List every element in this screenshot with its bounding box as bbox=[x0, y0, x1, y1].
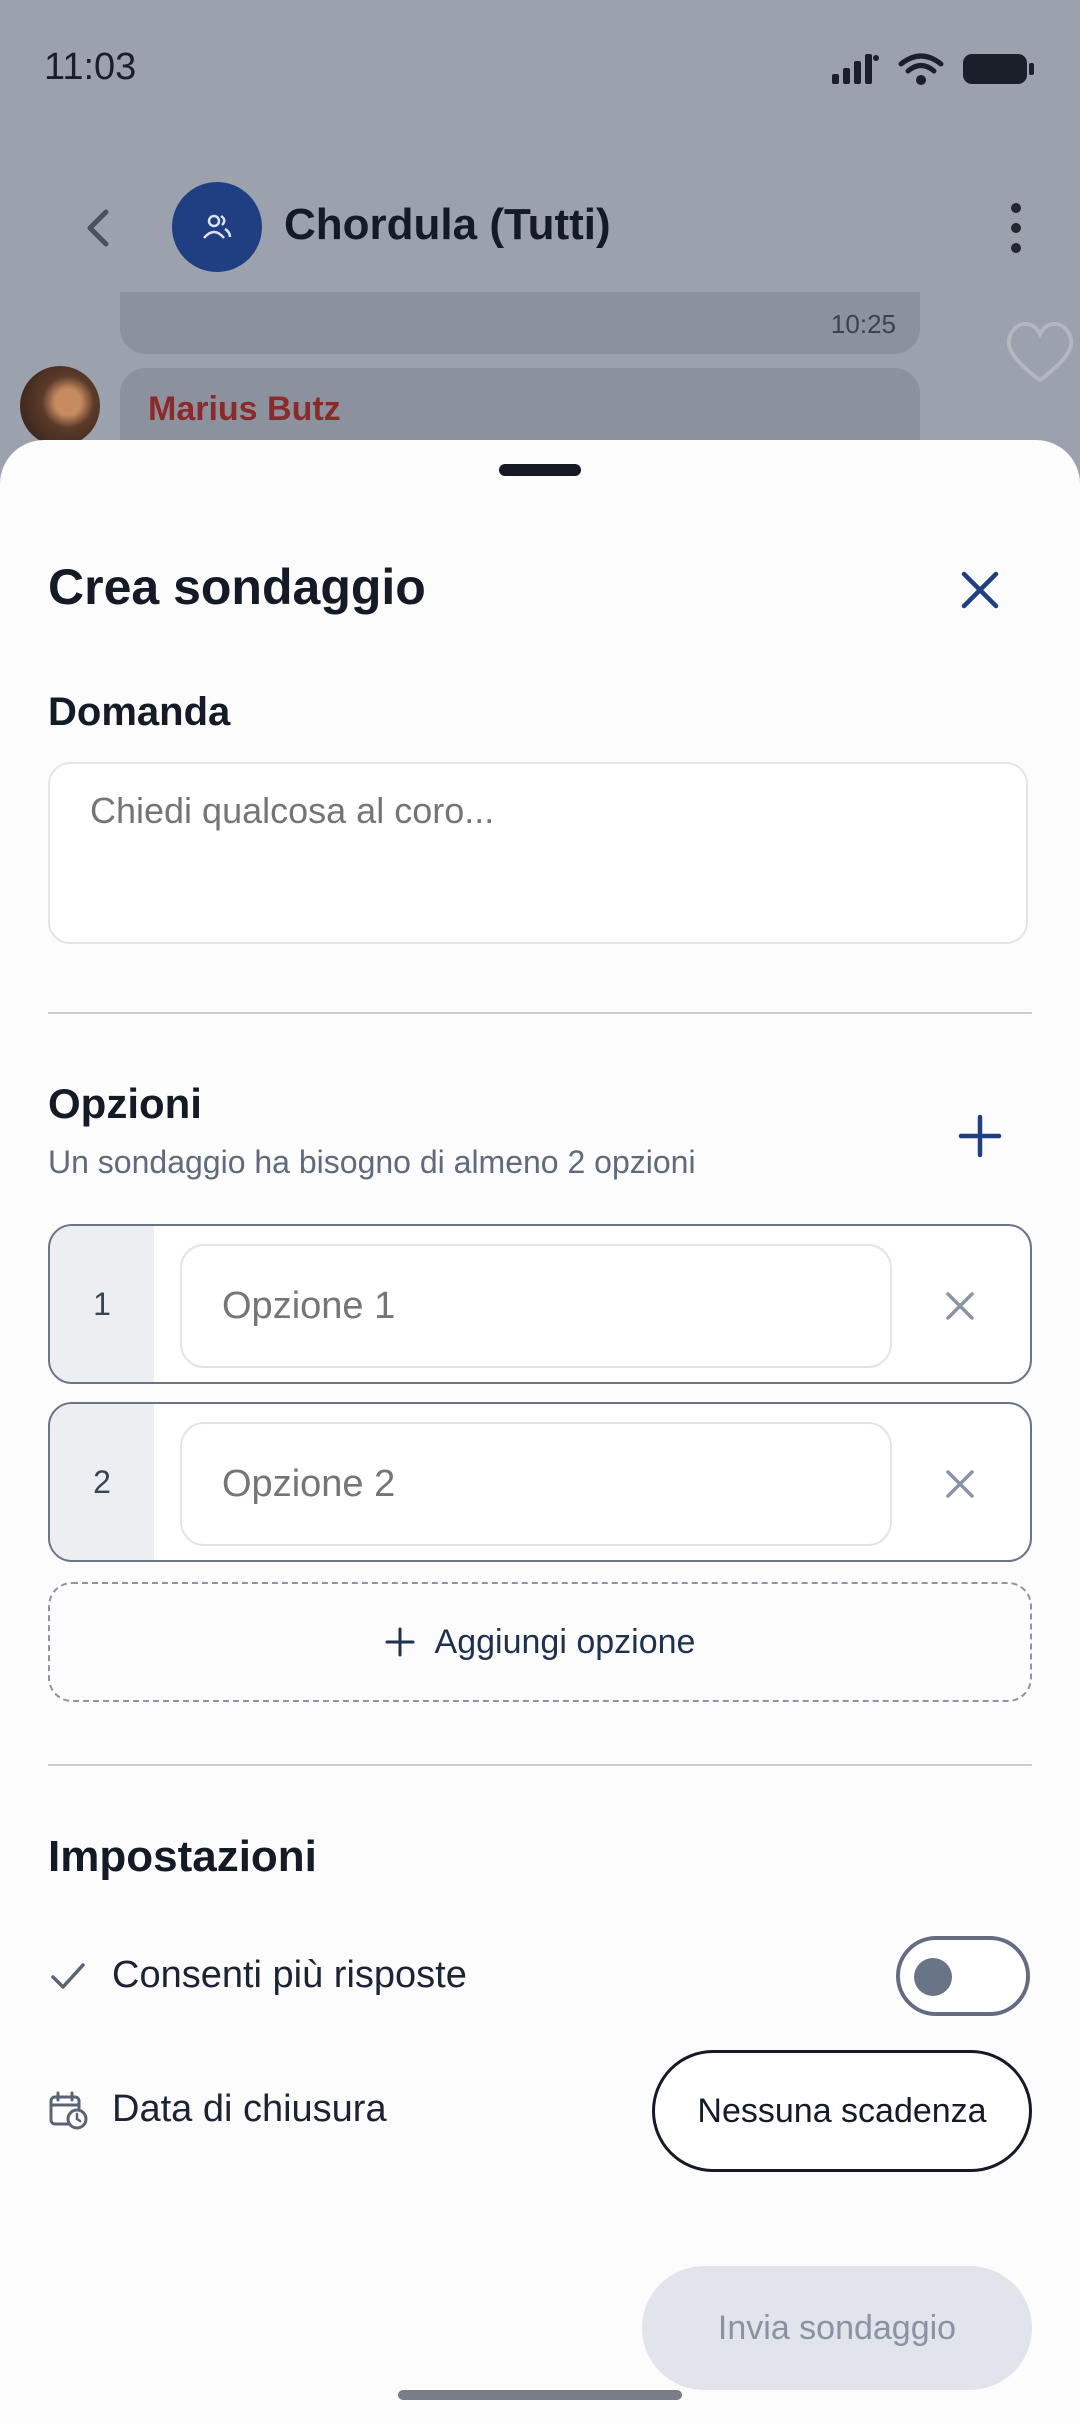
plus-icon bbox=[958, 1114, 1002, 1158]
status-time: 11:03 bbox=[44, 46, 137, 88]
calendar-clock-icon bbox=[49, 2091, 88, 2130]
question-label: Domanda bbox=[48, 690, 231, 734]
multiple-answers-label: Consenti più risposte bbox=[112, 1954, 467, 1996]
create-poll-sheet: Crea sondaggio Domanda Opzioni Un sondag… bbox=[0, 440, 1080, 2424]
chevron-left-icon bbox=[87, 209, 109, 247]
drag-handle[interactable] bbox=[499, 464, 581, 476]
plus-icon bbox=[385, 1627, 415, 1657]
options-label: Opzioni bbox=[48, 1080, 202, 1127]
back-button[interactable] bbox=[70, 198, 130, 258]
status-icons bbox=[830, 52, 1036, 86]
remove-option-button[interactable] bbox=[930, 1454, 990, 1514]
question-input[interactable] bbox=[48, 762, 1028, 944]
divider bbox=[48, 1012, 1032, 1014]
toggle-knob bbox=[914, 1958, 952, 1996]
status-bar: 11:03 bbox=[0, 0, 1080, 140]
option-number: 2 bbox=[50, 1404, 154, 1560]
home-indicator bbox=[398, 2390, 682, 2400]
chat-header: Chordula (Tutti) bbox=[0, 170, 1080, 286]
battery-icon bbox=[963, 54, 1034, 84]
settings-label: Impostazioni bbox=[48, 1832, 317, 1881]
option-row: 1 bbox=[48, 1224, 1032, 1384]
option-row: 2 bbox=[48, 1402, 1032, 1562]
sender-name: Marius Butz bbox=[148, 390, 341, 428]
close-date-setting: Data di chiusura Nessuna scadenza bbox=[48, 2050, 1032, 2172]
close-icon bbox=[961, 571, 999, 609]
close-date-button[interactable]: Nessuna scadenza bbox=[652, 2050, 1032, 2172]
options-hint: Un sondaggio ha bisogno di almeno 2 opzi… bbox=[48, 1144, 696, 1180]
heart-decoration-icon bbox=[1006, 322, 1074, 383]
more-vertical-icon bbox=[1011, 203, 1021, 253]
check-icon bbox=[51, 1963, 85, 1989]
send-poll-button[interactable]: Invia sondaggio bbox=[642, 2266, 1032, 2390]
more-options-button[interactable] bbox=[996, 196, 1036, 260]
close-icon bbox=[946, 1470, 974, 1498]
multiple-answers-setting: Consenti più risposte bbox=[48, 1916, 1032, 2036]
sheet-title: Crea sondaggio bbox=[48, 559, 426, 615]
divider bbox=[48, 1764, 1032, 1766]
multiple-answers-toggle[interactable] bbox=[896, 1936, 1030, 2016]
option-input[interactable] bbox=[180, 1244, 892, 1368]
remove-option-button[interactable] bbox=[930, 1276, 990, 1336]
wifi-icon bbox=[898, 53, 944, 85]
add-option-icon-button[interactable] bbox=[950, 1106, 1010, 1166]
group-icon bbox=[203, 214, 232, 239]
sender-avatar[interactable] bbox=[20, 366, 100, 446]
signal-icon bbox=[832, 54, 879, 84]
group-avatar[interactable] bbox=[172, 182, 262, 272]
add-option-label: Aggiungi opzione bbox=[434, 1622, 696, 1661]
message-time: 10:25 bbox=[830, 309, 896, 339]
chat-title[interactable]: Chordula (Tutti) bbox=[284, 200, 611, 250]
add-option-button[interactable]: Aggiungi opzione bbox=[48, 1582, 1032, 1702]
option-input[interactable] bbox=[180, 1422, 892, 1546]
close-date-label: Data di chiusura bbox=[112, 2088, 387, 2130]
close-icon bbox=[946, 1292, 974, 1320]
option-number: 1 bbox=[50, 1226, 154, 1382]
message-bubble[interactable]: 10:25 bbox=[120, 292, 920, 354]
close-button[interactable] bbox=[950, 560, 1010, 620]
